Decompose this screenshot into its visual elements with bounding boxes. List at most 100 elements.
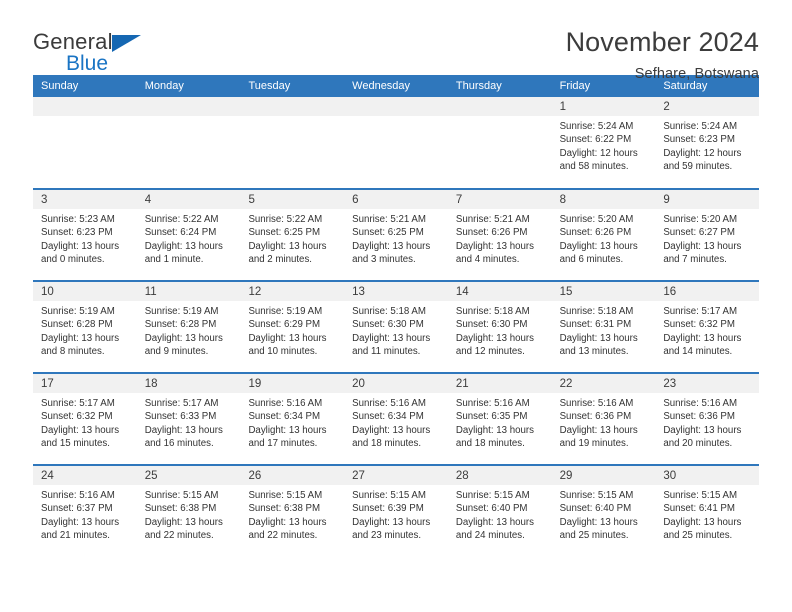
calendar-day-cell[interactable]: 9 Sunrise: 5:20 AM Sunset: 6:27 PM Daylight… bbox=[655, 190, 760, 280]
day-details: Sunrise: 5:16 AM Sunset: 6:34 PM Daylight:… bbox=[344, 393, 448, 451]
sunrise-text: Sunrise: 5:17 AM bbox=[663, 306, 738, 317]
sunrise-text: Sunrise: 5:16 AM bbox=[352, 398, 426, 409]
sunrise-text: Sunrise: 5:21 AM bbox=[352, 214, 426, 225]
day-number-band: 9 bbox=[655, 190, 760, 209]
calendar-day-cell[interactable]: 22 Sunrise: 5:16 AM Sunset: 6:36 PM Dayligh… bbox=[551, 374, 656, 464]
daylight-text-cont: and 20 minutes. bbox=[663, 438, 733, 450]
daylight-text-cont: and 3 minutes. bbox=[352, 254, 416, 266]
sunset-text: Sunset: 6:25 PM bbox=[352, 227, 424, 239]
day-number: 20 bbox=[352, 378, 365, 390]
daylight-text: Daylight: 13 hours bbox=[559, 424, 638, 436]
sunrise-text: Sunrise: 5:16 AM bbox=[248, 398, 323, 409]
day-number-band: 18 bbox=[136, 374, 241, 393]
weekday-header-monday: Monday bbox=[144, 80, 184, 92]
sunset-text: Sunset: 6:38 PM bbox=[248, 503, 321, 515]
calendar-day-cell[interactable]: 18 Sunrise: 5:17 AM Sunset: 6:33 PM Dayligh… bbox=[136, 374, 241, 464]
daylight-text: Daylight: 13 hours bbox=[248, 424, 327, 436]
daylight-text: Daylight: 13 hours bbox=[41, 332, 120, 344]
calendar-day-cell[interactable]: 7 Sunrise: 5:21 AM Sunset: 6:26 PM Daylight… bbox=[447, 190, 552, 280]
sunrise-text: Sunrise: 5:17 AM bbox=[41, 398, 115, 409]
calendar-day-cell[interactable]: 3 Sunrise: 5:23 AM Sunset: 6:23 PM Daylight… bbox=[33, 190, 137, 280]
logo-text-blue: Blue bbox=[66, 52, 109, 75]
day-number: 17 bbox=[41, 378, 54, 390]
day-details: Sunrise: 5:16 AM Sunset: 6:36 PM Daylight:… bbox=[655, 393, 759, 451]
day-number-band: 12 bbox=[240, 282, 345, 301]
sunrise-text: Sunrise: 5:23 AM bbox=[41, 214, 115, 225]
day-number-band: 6 bbox=[344, 190, 448, 209]
day-number-band: 26 bbox=[240, 466, 345, 485]
calendar-day-cell[interactable]: 15 Sunrise: 5:18 AM Sunset: 6:31 PM Dayligh… bbox=[551, 282, 656, 372]
sunrise-text: Sunrise: 5:16 AM bbox=[559, 398, 634, 409]
daylight-text-cont: and 18 minutes. bbox=[455, 438, 525, 450]
day-number-band: 19 bbox=[240, 374, 345, 393]
day-number-band: 4 bbox=[136, 190, 241, 209]
calendar-day-cell[interactable]: 25 Sunrise: 5:15 AM Sunset: 6:38 PM Dayligh… bbox=[136, 466, 241, 556]
daylight-text-cont: and 10 minutes. bbox=[248, 346, 318, 358]
calendar-day-cell[interactable]: 29 Sunrise: 5:15 AM Sunset: 6:40 PM Dayligh… bbox=[551, 466, 656, 556]
day-details: Sunrise: 5:15 AM Sunset: 6:38 PM Daylight:… bbox=[240, 485, 344, 543]
daylight-text-cont: and 8 minutes. bbox=[41, 346, 105, 358]
day-number: 8 bbox=[559, 194, 566, 206]
sunset-text: Sunset: 6:37 PM bbox=[41, 503, 113, 515]
calendar-day-cell[interactable]: 28 Sunrise: 5:15 AM Sunset: 6:40 PM Dayligh… bbox=[447, 466, 552, 556]
calendar-day-cell[interactable]: 11 Sunrise: 5:19 AM Sunset: 6:28 PM Dayligh… bbox=[136, 282, 241, 372]
calendar-day-cell[interactable]: 17 Sunrise: 5:17 AM Sunset: 6:32 PM Dayligh… bbox=[33, 374, 137, 464]
daylight-text: Daylight: 13 hours bbox=[144, 332, 223, 344]
calendar-day-cell[interactable]: 1 Sunrise: 5:24 AM Sunset: 6:22 PM Daylight… bbox=[551, 97, 656, 188]
daylight-text: Daylight: 13 hours bbox=[41, 516, 120, 528]
calendar-day-cell[interactable]: 24 Sunrise: 5:16 AM Sunset: 6:37 PM Dayligh… bbox=[33, 466, 137, 556]
sunset-text: Sunset: 6:30 PM bbox=[455, 319, 528, 331]
calendar-day-cell[interactable]: 2 Sunrise: 5:24 AM Sunset: 6:23 PM Daylight… bbox=[655, 97, 760, 188]
day-number: 18 bbox=[144, 378, 158, 390]
daylight-text: Daylight: 13 hours bbox=[248, 332, 327, 344]
calendar-day-cell[interactable]: 23 Sunrise: 5:16 AM Sunset: 6:36 PM Dayligh… bbox=[655, 374, 760, 464]
day-number-band: 25 bbox=[136, 466, 241, 485]
calendar-day-cell[interactable]: 21 Sunrise: 5:16 AM Sunset: 6:35 PM Dayligh… bbox=[447, 374, 552, 464]
daylight-text: Daylight: 13 hours bbox=[144, 424, 223, 436]
daylight-text-cont: and 19 minutes. bbox=[559, 438, 629, 450]
calendar-day-cell[interactable]: 16 Sunrise: 5:17 AM Sunset: 6:32 PM Dayligh… bbox=[655, 282, 760, 372]
daylight-text: Daylight: 13 hours bbox=[248, 516, 327, 528]
daylight-text-cont: and 23 minutes. bbox=[352, 530, 422, 542]
weekday-header-saturday: Saturday bbox=[663, 80, 708, 92]
sunrise-text: Sunrise: 5:15 AM bbox=[144, 490, 219, 501]
day-number: 10 bbox=[41, 286, 54, 298]
sunrise-text: Sunrise: 5:20 AM bbox=[559, 214, 634, 225]
sunrise-text: Sunrise: 5:19 AM bbox=[248, 306, 323, 317]
sunset-text: Sunset: 6:33 PM bbox=[144, 411, 217, 423]
general-blue-logo[interactable]: General Blue bbox=[33, 28, 163, 76]
calendar-day-cell[interactable]: 26 Sunrise: 5:15 AM Sunset: 6:38 PM Dayligh… bbox=[240, 466, 345, 556]
calendar-day-cell[interactable]: 8 Sunrise: 5:20 AM Sunset: 6:26 PM Daylight… bbox=[551, 190, 656, 280]
sunset-text: Sunset: 6:23 PM bbox=[41, 227, 113, 239]
calendar-day-cell[interactable]: 14 Sunrise: 5:18 AM Sunset: 6:30 PM Dayligh… bbox=[447, 282, 552, 372]
calendar-day-cell[interactable]: 13 Sunrise: 5:18 AM Sunset: 6:30 PM Dayligh… bbox=[344, 282, 448, 372]
sunset-text: Sunset: 6:31 PM bbox=[559, 319, 632, 331]
calendar-day-cell[interactable]: 12 Sunrise: 5:19 AM Sunset: 6:29 PM Dayligh… bbox=[240, 282, 345, 372]
sunrise-text: Sunrise: 5:15 AM bbox=[663, 490, 738, 501]
sunset-text: Sunset: 6:34 PM bbox=[352, 411, 424, 423]
day-number: 16 bbox=[663, 286, 677, 298]
sunrise-text: Sunrise: 5:22 AM bbox=[248, 214, 323, 225]
calendar-day-cell[interactable]: 6 Sunrise: 5:21 AM Sunset: 6:25 PM Daylight… bbox=[344, 190, 448, 280]
calendar-day-cell[interactable]: 30 Sunrise: 5:15 AM Sunset: 6:41 PM Dayligh… bbox=[655, 466, 760, 556]
calendar-day-cell[interactable]: 27 Sunrise: 5:15 AM Sunset: 6:39 PM Dayligh… bbox=[344, 466, 448, 556]
daylight-text-cont: and 58 minutes. bbox=[559, 161, 629, 173]
calendar-week-row: 3 Sunrise: 5:23 AM Sunset: 6:23 PM Daylight… bbox=[33, 188, 760, 280]
day-details bbox=[137, 116, 241, 120]
calendar-day-cell[interactable]: 19 Sunrise: 5:16 AM Sunset: 6:34 PM Dayligh… bbox=[240, 374, 345, 464]
calendar-day-cell[interactable]: 10 Sunrise: 5:19 AM Sunset: 6:28 PM Dayligh… bbox=[33, 282, 137, 372]
sunset-text: Sunset: 6:30 PM bbox=[352, 319, 424, 331]
calendar-day-cell[interactable]: 20 Sunrise: 5:16 AM Sunset: 6:34 PM Dayligh… bbox=[344, 374, 448, 464]
day-number-band: 13 bbox=[344, 282, 448, 301]
daylight-text-cont: and 13 minutes. bbox=[559, 346, 629, 358]
daylight-text-cont: and 22 minutes. bbox=[248, 530, 318, 542]
weekday-header-tuesday: Tuesday bbox=[248, 80, 291, 92]
sunset-text: Sunset: 6:35 PM bbox=[455, 411, 528, 423]
daylight-text: Daylight: 13 hours bbox=[559, 240, 638, 252]
sunrise-text: Sunrise: 5:15 AM bbox=[352, 490, 426, 501]
daylight-text: Daylight: 13 hours bbox=[455, 424, 534, 436]
day-details: Sunrise: 5:19 AM Sunset: 6:28 PM Daylight:… bbox=[137, 301, 241, 359]
calendar-day-cell[interactable]: 4 Sunrise: 5:22 AM Sunset: 6:24 PM Daylight… bbox=[136, 190, 241, 280]
daylight-text: Daylight: 13 hours bbox=[663, 424, 742, 436]
calendar-day-cell[interactable]: 5 Sunrise: 5:22 AM Sunset: 6:25 PM Daylight… bbox=[240, 190, 345, 280]
